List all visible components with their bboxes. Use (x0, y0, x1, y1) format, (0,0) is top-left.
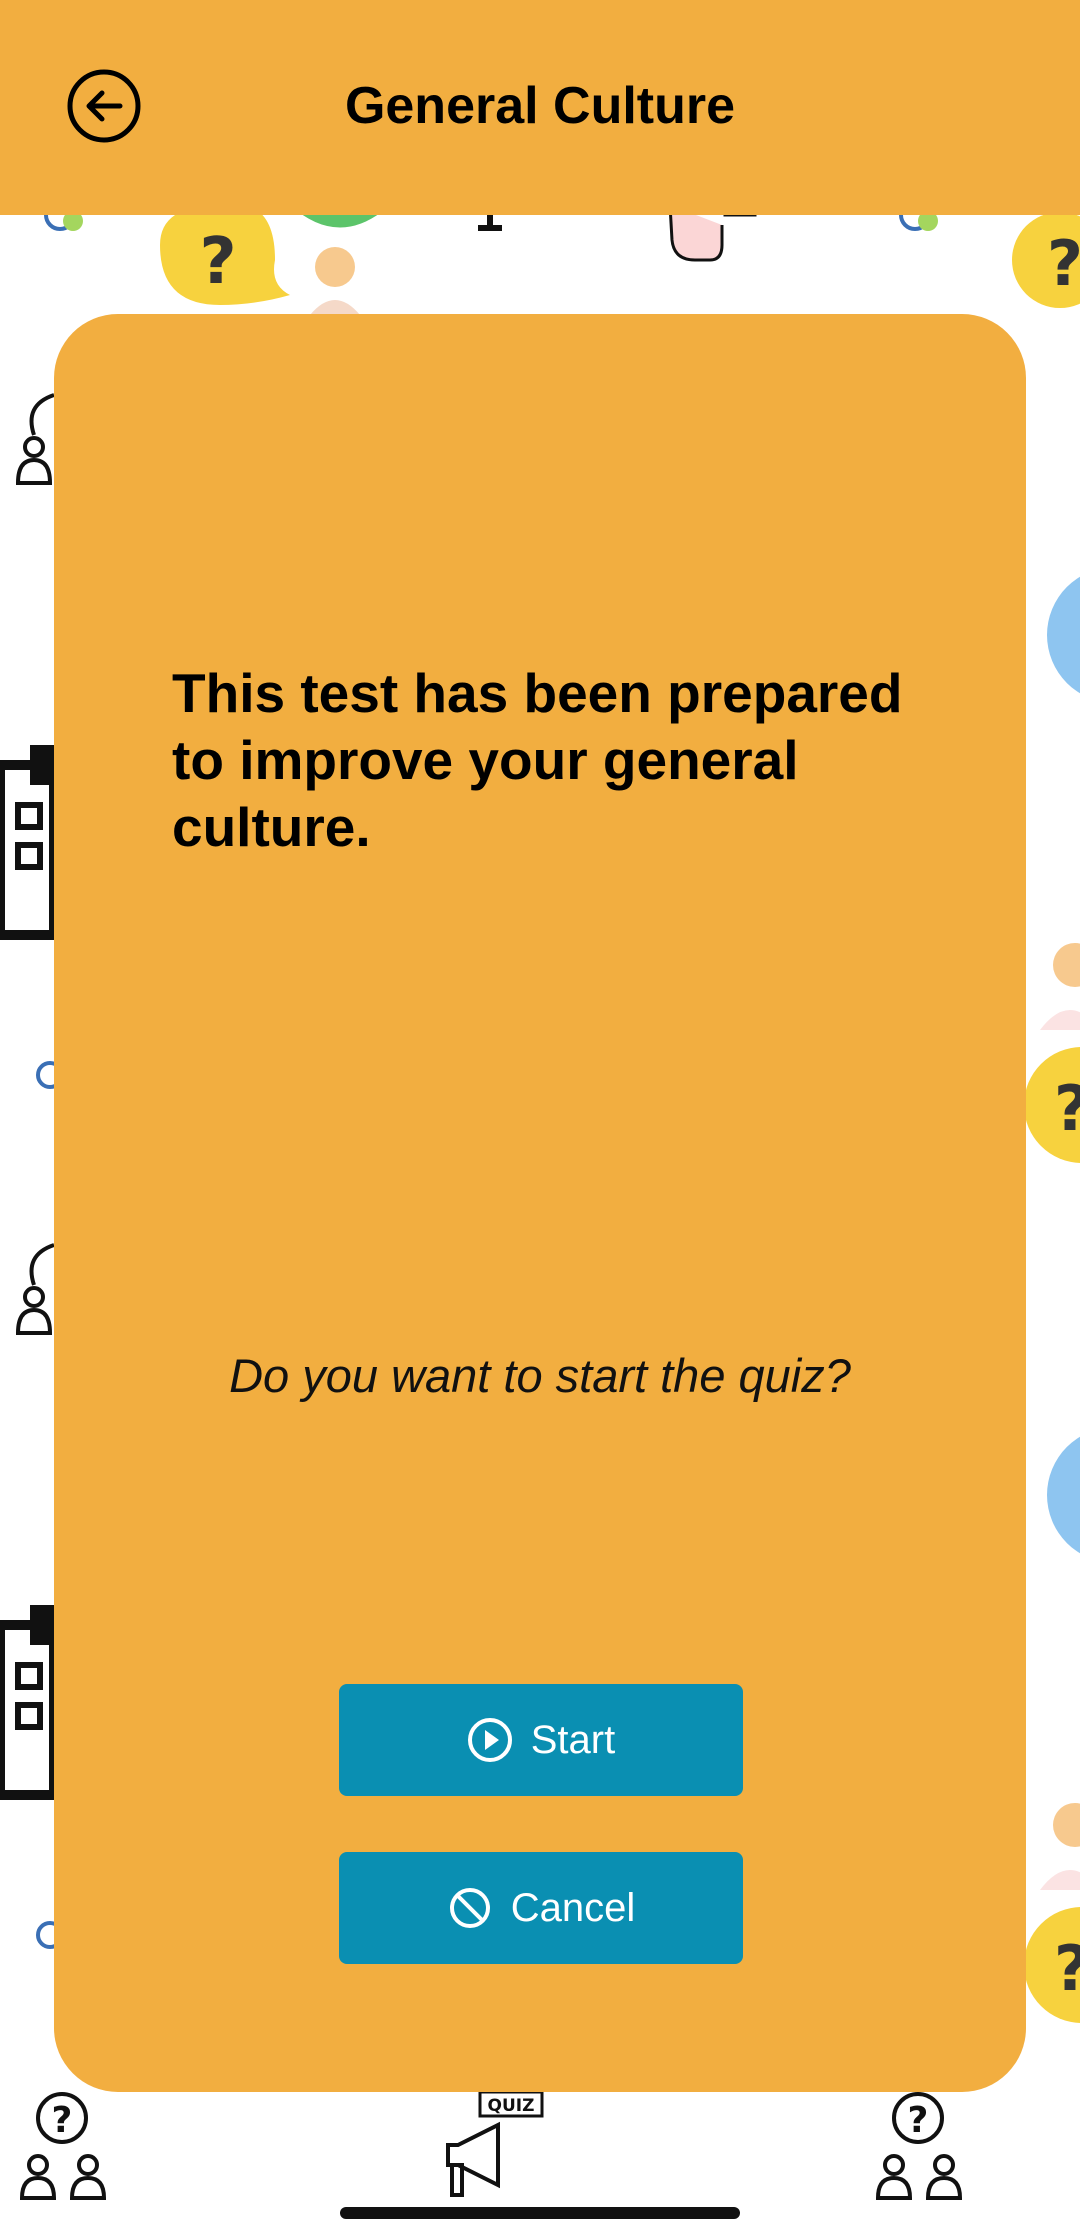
blue-circle-icon (1047, 1436, 1080, 1554)
svg-text:?: ? (199, 225, 236, 299)
badge-icon (36, 1921, 56, 1949)
quiz-megaphone-icon: QUIZ (446, 2090, 544, 2197)
people-icon (15, 1243, 55, 1335)
app-bar: General Culture (0, 0, 1080, 215)
question-bubble-icon: ? (1024, 1047, 1080, 1163)
question-bubble-icon: ? (1024, 1907, 1080, 2023)
people-question-icon: ? (875, 2092, 963, 2200)
svg-text:?: ? (52, 2100, 73, 2141)
page-title: General Culture (344, 77, 736, 135)
badge-icon (36, 1061, 56, 1089)
cancel-button[interactable]: Cancel (339, 1852, 743, 1964)
ban-icon (447, 1885, 493, 1931)
cancel-button-label: Cancel (510, 1885, 636, 1930)
question-bubble-icon: ? (1012, 215, 1080, 308)
question-bubble-icon: ? (160, 205, 290, 305)
blue-circle-icon (1047, 576, 1080, 694)
person-icon (310, 247, 360, 315)
quiz-start-dialog: This test has been prepared to improve y… (54, 314, 1026, 2092)
people-icon (15, 393, 55, 485)
svg-text:?: ? (1054, 1072, 1080, 1145)
calendar-icon (0, 1605, 54, 1800)
person-icon (1040, 943, 1080, 1030)
play-circle-icon (467, 1717, 513, 1763)
calendar-icon (0, 745, 54, 940)
start-button-label: Start (530, 1717, 616, 1762)
home-indicator[interactable] (340, 2207, 740, 2219)
dialog-message: This test has been prepared to improve y… (172, 662, 903, 858)
start-button[interactable]: Start (339, 1684, 743, 1796)
svg-text:QUIZ: QUIZ (488, 2096, 535, 2116)
svg-text:?: ? (1054, 1932, 1080, 2005)
person-icon (1040, 1803, 1080, 1890)
people-question-icon: ? (19, 2092, 107, 2200)
svg-text:?: ? (1047, 227, 1080, 300)
svg-text:?: ? (908, 2100, 929, 2141)
dialog-question: Do you want to start the quiz? (229, 1349, 851, 1402)
